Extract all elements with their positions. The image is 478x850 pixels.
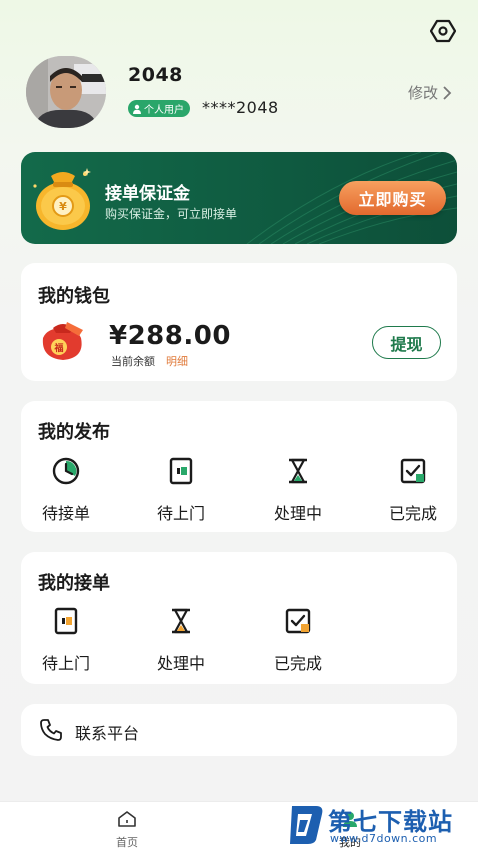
my-posts-card: 我的发布 待接单 待上门 处理中 已完成 [21,401,457,532]
svg-text:福: 福 [53,342,63,354]
withdraw-button[interactable]: 提现 [372,326,441,359]
red-envelope-icon: 福 [42,322,83,360]
money-bag-icon: ¥ [33,168,91,230]
clock-icon [52,457,80,485]
watermark-url: www.d7down.com [330,832,438,845]
posts-processing-item[interactable]: 处理中 [253,456,343,526]
posts-pending-accept-label: 待接单 [41,504,90,523]
check-box-icon [400,458,426,484]
posts-completed-item[interactable]: 已完成 [368,456,458,526]
hourglass-icon [172,608,190,634]
door-icon [169,457,193,485]
door-icon [54,607,78,635]
my-posts-title: 我的发布 [38,422,110,443]
orders-processing-item[interactable]: 处理中 [136,606,226,676]
phone-number: ****2048 [202,98,279,117]
settings-hexagon-icon [429,19,457,43]
contact-platform-row[interactable]: 联系平台 [21,704,457,756]
buy-deposit-button[interactable]: 立即购买 [339,181,446,215]
settings-button[interactable] [429,18,457,44]
contact-platform-label: 联系平台 [75,724,140,743]
hourglass-icon [289,458,307,484]
edit-profile-link[interactable]: 修改 [408,82,452,103]
deposit-title: 接单保证金 [105,184,190,204]
site-watermark: 第七下载站 www.d7down.com [282,800,478,850]
balance-label: 当前余额 [111,355,155,368]
avatar[interactable] [26,56,106,128]
posts-pending-accept-item[interactable]: 待接单 [21,456,111,526]
my-orders-card: 我的接单 待上门 处理中 已完成 [21,552,457,684]
deposit-banner[interactable]: ¥ 接单保证金 购买保证金，可立即接单 立即购买 [21,152,457,244]
orders-pending-visit-label: 待上门 [41,654,90,673]
posts-pending-visit-label: 待上门 [156,504,205,523]
username: 2048 [128,64,183,86]
phone-icon [40,719,62,741]
orders-completed-item[interactable]: 已完成 [253,606,343,676]
watermark-logo-icon [290,806,323,844]
wallet-card: 我的钱包 福 ¥288.00 当前余额 明细 提现 [21,263,457,381]
posts-pending-visit-item[interactable]: 待上门 [136,456,226,526]
home-icon [118,811,136,827]
orders-processing-label: 处理中 [156,654,205,673]
posts-completed-label: 已完成 [388,504,437,523]
tab-home-label: 首页 [116,836,138,849]
edit-label: 修改 [408,84,439,102]
svg-text:¥: ¥ [59,200,67,213]
user-type-label: 个人用户 [144,105,184,116]
orders-completed-label: 已完成 [273,654,322,673]
deposit-subtitle: 购买保证金，可立即接单 [105,207,238,221]
check-box-icon [285,608,311,634]
wallet-title: 我的钱包 [38,286,110,307]
wallet-amount: ¥288.00 [109,321,231,351]
balance-detail-link[interactable]: 明细 [166,353,188,369]
tab-home[interactable]: 首页 [87,810,167,850]
person-icon [133,104,141,114]
orders-pending-visit-item[interactable]: 待上门 [21,606,111,676]
chevron-right-icon [443,85,452,100]
user-type-badge: 个人用户 [128,100,190,117]
posts-processing-label: 处理中 [273,504,322,523]
my-orders-title: 我的接单 [38,573,110,594]
